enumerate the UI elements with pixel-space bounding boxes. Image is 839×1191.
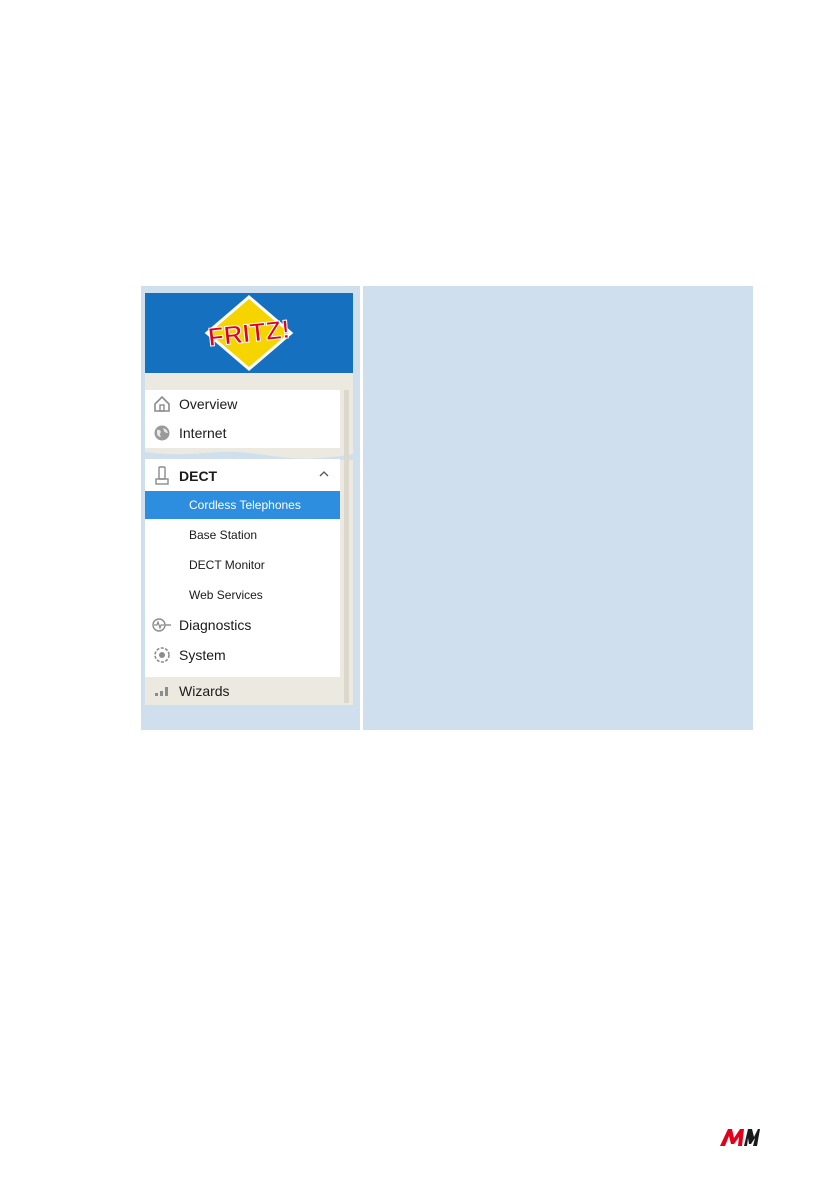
nav-item-system[interactable]: System [145,641,340,669]
sidebar: FRITZ! Overview Internet DECT Cordless T… [145,293,353,705]
nav-subitem-cordless-telephones[interactable]: Cordless Telephones [145,491,340,519]
screenshot-figure: FRITZ! Overview Internet DECT Cordless T… [141,286,753,730]
diagnostics-icon [145,617,179,633]
nav-subitem-dect-monitor[interactable]: DECT Monitor [145,551,340,579]
nav-item-diagnostics[interactable]: Diagnostics [145,611,340,639]
nav-label-dect: DECT [179,468,218,484]
home-icon [145,395,179,413]
fritz-logo-header: FRITZ! [145,293,353,373]
system-icon [145,646,179,664]
nav-label-system: System [179,647,226,663]
fritz-logo: FRITZ! [204,295,294,371]
sidebar-scrollbar[interactable] [344,390,349,703]
wizard-icon [145,684,179,698]
nav-item-overview[interactable]: Overview [145,390,340,418]
nav-panel-bottom: DECT Cordless Telephones Base Station DE… [145,459,340,703]
content-area [363,286,753,730]
chevron-up-icon[interactable] [318,467,330,485]
nav-item-internet[interactable]: Internet [145,419,340,447]
nav-label-diagnostics: Diagnostics [179,617,252,633]
nav-panel-top: Overview Internet [145,390,340,448]
nav-subitem-base-station[interactable]: Base Station [145,521,340,549]
nav-subitem-web-services[interactable]: Web Services [145,581,340,609]
nav-label-internet: Internet [179,425,227,441]
globe-icon [145,424,179,442]
cordless-phone-icon [145,466,179,486]
nav-label-overview: Overview [179,396,238,412]
nav-item-dect[interactable]: DECT [145,462,340,490]
svg-text:FRITZ!: FRITZ! [207,314,292,352]
wizards-row: Wizards [145,677,340,705]
nav-item-wizards[interactable]: Wizards [145,677,340,705]
nav-label-wizards: Wizards [179,683,230,699]
avm-logo [720,1129,760,1146]
